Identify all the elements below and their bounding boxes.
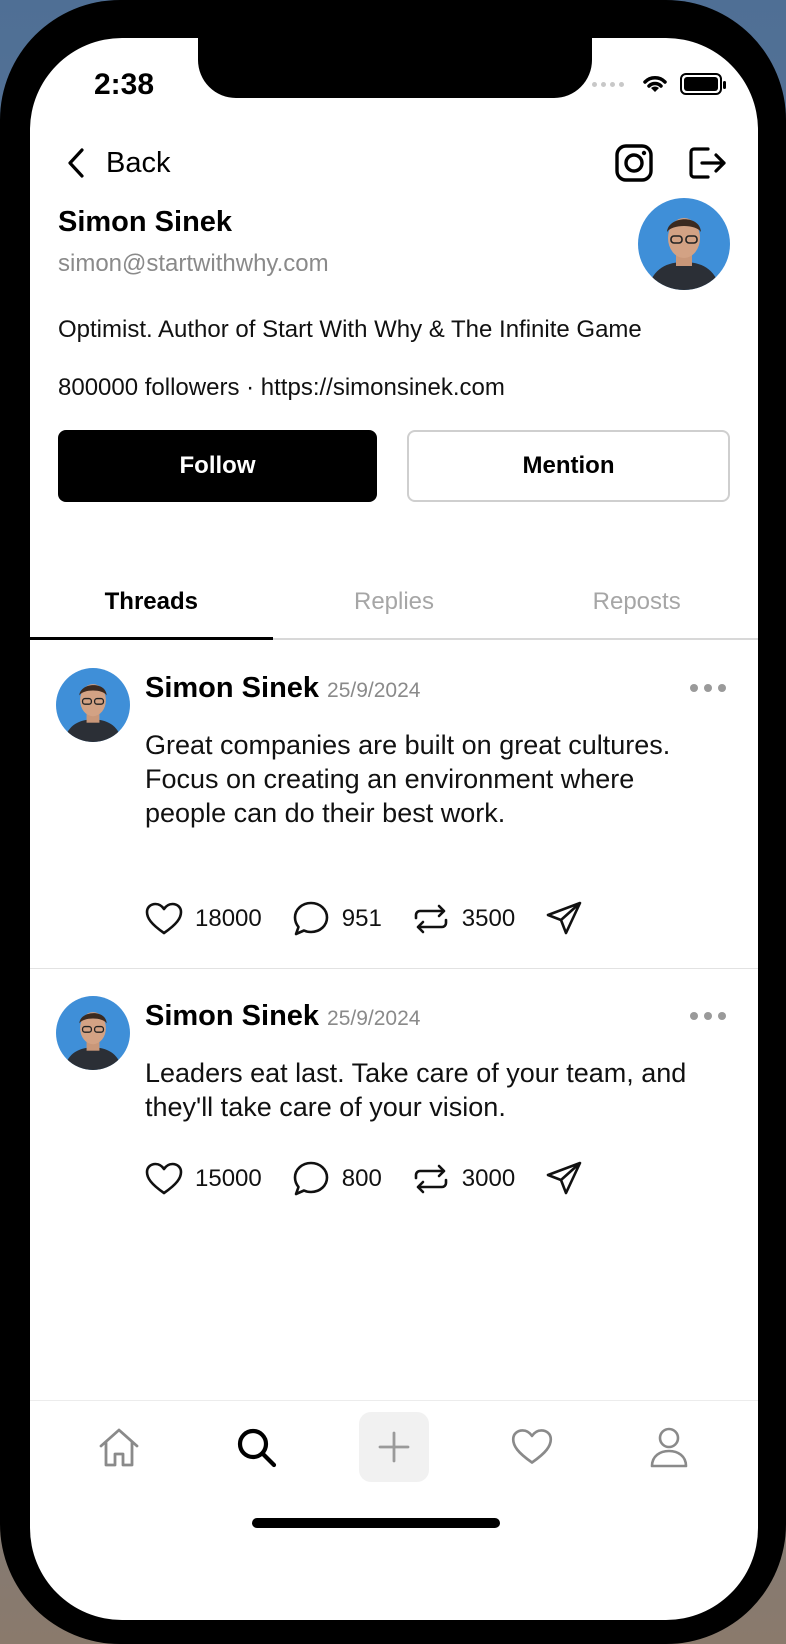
profile-meta[interactable]: 800000 followers · https://simonsinek.co…: [58, 374, 505, 402]
post-author-name: Simon Sinek: [145, 672, 320, 704]
like-button[interactable]: 18000: [145, 902, 262, 936]
post-text: Great companies are built on great cultu…: [145, 730, 671, 828]
logout-icon[interactable]: [688, 145, 728, 181]
like-button[interactable]: 15000: [145, 1162, 262, 1196]
send-icon: [546, 1161, 582, 1195]
like-count: 18000: [195, 905, 262, 932]
profile-icon: [650, 1427, 688, 1467]
heart-icon: [145, 1162, 183, 1195]
tab-threads[interactable]: Threads: [30, 566, 273, 640]
nav-home[interactable]: [84, 1412, 154, 1482]
nav-profile[interactable]: [634, 1412, 704, 1482]
comment-icon: [293, 901, 329, 936]
home-indicator[interactable]: [252, 1518, 500, 1528]
post-divider: [30, 968, 758, 969]
repost-button[interactable]: 3000: [412, 1164, 515, 1194]
repost-icon: [414, 904, 448, 934]
heart-icon: [511, 1428, 552, 1464]
back-label: Back: [106, 146, 171, 179]
profile-tabs: Threads Replies Reposts: [30, 566, 758, 640]
repost-icon: [414, 1164, 448, 1194]
tab-reposts[interactable]: Reposts: [515, 566, 758, 638]
post-avatar[interactable]: [56, 668, 130, 742]
share-button[interactable]: [545, 900, 583, 938]
plus-icon: [378, 1431, 410, 1462]
search-icon: [238, 1428, 277, 1467]
profile-actions: Follow Mention: [58, 430, 730, 502]
share-button[interactable]: [545, 1160, 583, 1198]
status-time: 2:38: [94, 68, 155, 101]
comment-button[interactable]: 951: [292, 900, 382, 938]
top-bar: Back: [30, 128, 758, 198]
post-actions: 18000 951 3500: [145, 900, 613, 938]
profile-avatar[interactable]: [638, 198, 730, 290]
wifi-icon: [643, 76, 667, 92]
comment-button[interactable]: 800: [292, 1160, 382, 1198]
back-button[interactable]: Back: [64, 128, 170, 198]
chevron-left-icon: [68, 148, 84, 178]
heart-icon: [145, 902, 183, 935]
post-actions: 15000 800 3000: [145, 1160, 613, 1198]
more-icon[interactable]: [690, 1012, 726, 1020]
battery-icon: [680, 73, 726, 95]
mention-button[interactable]: Mention: [407, 430, 730, 502]
profile-bio: Optimist. Author of Start With Why & The…: [58, 316, 642, 343]
bottom-nav: [30, 1400, 758, 1492]
profile-email: simon@startwithwhy.com: [58, 250, 329, 277]
like-count: 15000: [195, 1165, 262, 1192]
repost-count: 3500: [461, 905, 516, 932]
repost-button[interactable]: 3500: [412, 904, 515, 934]
comment-count: 951: [341, 905, 382, 932]
post-date: 25/9/2024: [327, 1007, 421, 1030]
signal-icon: [592, 81, 624, 87]
home-icon: [99, 1428, 139, 1466]
comment-count: 800: [341, 1165, 382, 1192]
post-author[interactable]: Simon Sinek 25/9/2024: [145, 672, 420, 705]
instagram-icon[interactable]: [614, 143, 654, 183]
nav-search[interactable]: [221, 1412, 291, 1482]
profile-name: Simon Sinek: [58, 206, 233, 238]
comment-icon: [293, 1161, 329, 1196]
nav-create[interactable]: [358, 1411, 429, 1482]
send-icon: [546, 901, 582, 935]
post-author[interactable]: Simon Sinek 25/9/2024: [145, 1000, 420, 1033]
status-indicators: [592, 72, 726, 96]
post-date: 25/9/2024: [327, 679, 421, 702]
device-frame: 2:38 Back Simon Sinek simon@startwithwhy…: [0, 0, 786, 1644]
top-actions: [614, 128, 728, 198]
repost-count: 3000: [461, 1165, 516, 1192]
nav-activity[interactable]: [497, 1412, 567, 1482]
more-icon[interactable]: [690, 684, 726, 692]
screen: 2:38 Back Simon Sinek simon@startwithwhy…: [30, 38, 758, 1620]
post-author-name: Simon Sinek: [145, 1000, 320, 1032]
tab-replies[interactable]: Replies: [273, 566, 516, 638]
follow-button[interactable]: Follow: [58, 430, 377, 502]
post-text: Leaders eat last. Take care of your team…: [145, 1058, 687, 1122]
post-avatar[interactable]: [56, 996, 130, 1070]
notch: [198, 38, 592, 98]
